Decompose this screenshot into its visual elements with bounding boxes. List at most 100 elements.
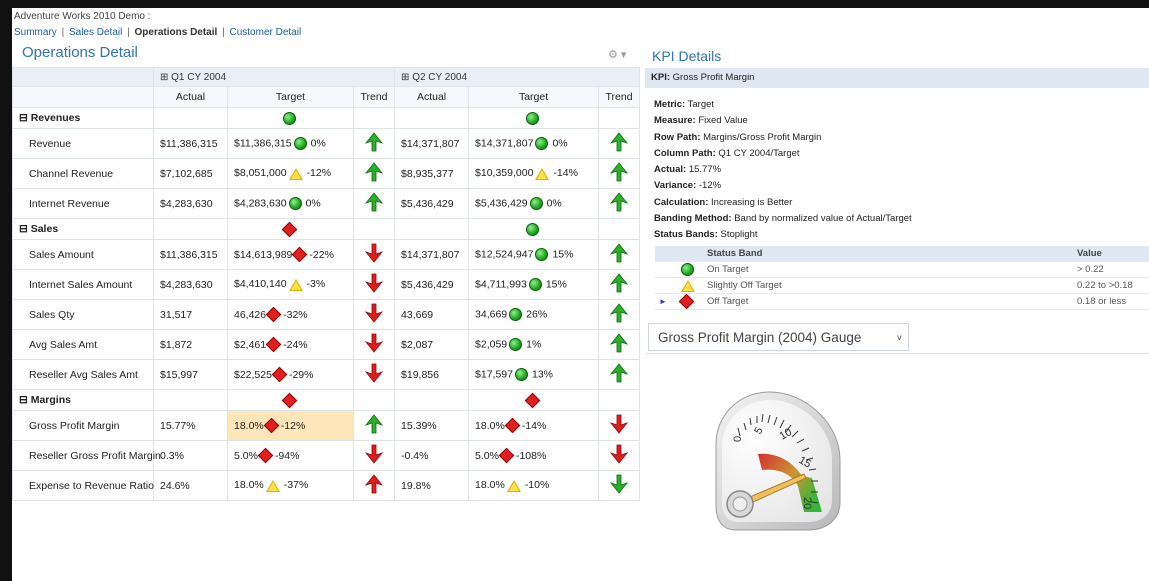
row-label[interactable]: Reseller Avg Sales Amt [12, 359, 154, 390]
q2-variance: -14% [553, 167, 578, 180]
q1-actual[interactable]: $1,872 [153, 329, 228, 360]
kpi-property-value: -12% [698, 180, 722, 192]
status-band-row[interactable]: On Target > 0.22 [655, 261, 1149, 278]
q1-target[interactable]: $11,386,315 0% [227, 128, 354, 159]
q2-target[interactable]: $12,524,947 15% [468, 239, 600, 270]
section-label[interactable]: ⊟ Margins [12, 389, 154, 411]
table-row[interactable]: Revenue $11,386,315 $11,386,315 0% $14,371,8… [12, 128, 641, 159]
q2-target[interactable]: $5,436,429 0% [468, 188, 600, 219]
kpi-property: Metric: Target [645, 97, 1149, 113]
period-header-q1[interactable]: ⊞ Q1 CY 2004 [152, 67, 396, 87]
row-label[interactable]: Sales Qty [12, 299, 154, 330]
q1-actual[interactable]: 15.77% [153, 410, 228, 441]
section-row[interactable]: ⊟ Margins [12, 389, 641, 411]
q1-target[interactable]: $22,525 -29% [227, 359, 354, 390]
q1-actual[interactable]: 0.3% [153, 440, 228, 471]
q1-actual[interactable]: $11,386,315 [153, 239, 228, 270]
q1-actual[interactable]: 31,517 [153, 299, 228, 330]
q2-target[interactable]: $10,359,000 -14% [468, 158, 600, 189]
q2-actual[interactable]: $14,371,807 [394, 239, 470, 270]
gear-icon[interactable]: ⚙ ▾ [608, 48, 626, 61]
row-label[interactable]: Avg Sales Amt [12, 329, 154, 360]
table-row[interactable]: Reseller Gross Profit Margin 0.3% 5.0% -94%… [12, 440, 641, 471]
row-label[interactable]: Internet Sales Amount [12, 269, 154, 300]
section-label[interactable]: ⊟ Revenues [12, 107, 154, 129]
q2-target[interactable]: $17,597 13% [468, 359, 600, 390]
q1-target[interactable]: $2,461 -24% [227, 329, 354, 360]
period-header-q2[interactable]: ⊞ Q2 CY 2004 [394, 67, 641, 87]
q1-actual[interactable]: 24.6% [153, 470, 228, 501]
chevron-down-icon[interactable]: ˅ [897, 324, 902, 352]
q2-target[interactable]: 34,669 26% [468, 299, 600, 330]
q1-actual[interactable]: $4,283,630 [153, 188, 228, 219]
table-row[interactable]: Sales Qty 31,517 46,426 -32% 43,669 34,669 26% [12, 299, 641, 330]
row-label[interactable]: Sales Amount [12, 239, 154, 270]
triangle-status-icon [265, 479, 280, 492]
q1-target[interactable]: 5.0% -94% [227, 440, 354, 471]
triangle-status-icon [535, 167, 550, 180]
chevron-down-icon[interactable]: ▾ [621, 49, 627, 61]
q2-target[interactable]: 18.0% -10% [468, 470, 600, 501]
q2-target-value: $4,711,993 [475, 278, 527, 291]
q2-actual[interactable]: 19.8% [394, 470, 470, 501]
q2-actual[interactable]: $8,935,377 [394, 158, 470, 189]
nav-link-summary[interactable]: Summary [14, 27, 57, 38]
kpi-property: Row Path: Margins/Gross Profit Margin [645, 130, 1149, 146]
status-band-row[interactable]: Slightly Off Target 0.22 to >0.18 [655, 277, 1149, 294]
table-row[interactable]: Sales Amount $11,386,315 $14,613,989 -22% $1… [12, 239, 641, 270]
q2-trend [598, 410, 641, 441]
q2-actual[interactable]: 15.39% [394, 410, 470, 441]
row-label[interactable]: Reseller Gross Profit Margin [12, 440, 161, 471]
q1-target[interactable]: 46,426 -32% [227, 299, 354, 330]
q2-actual[interactable]: 43,669 [394, 299, 470, 330]
table-row[interactable]: Avg Sales Amt $1,872 $2,461 -24% $2,087 $2,05… [12, 329, 641, 360]
q2-actual[interactable]: $5,436,429 [394, 269, 470, 300]
row-label[interactable]: Internet Revenue [12, 188, 154, 219]
table-row[interactable]: Channel Revenue $7,102,685 $8,051,000 -12% $… [12, 158, 641, 189]
q1-target[interactable]: $4,283,630 0% [227, 188, 354, 219]
q1-actual[interactable]: $7,102,685 [153, 158, 228, 189]
row-label[interactable]: Expense to Revenue Ratio [12, 470, 154, 501]
section-row[interactable]: ⊟ Sales [12, 218, 641, 240]
q2-actual[interactable]: $14,371,807 [394, 128, 470, 159]
q1-target[interactable]: $4,410,140 -3% [227, 269, 354, 300]
section-label[interactable]: ⊟ Sales [12, 218, 154, 240]
q2-actual[interactable]: $2,087 [394, 329, 470, 360]
section-status-q2 [468, 389, 600, 411]
nav-link-customer-detail[interactable]: Customer Detail [229, 27, 301, 38]
trend-up-green-icon [609, 303, 629, 323]
q1-target[interactable]: 18.0% -37% [227, 470, 354, 501]
q2-trend [598, 188, 641, 219]
q2-actual[interactable]: $5,436,429 [394, 188, 470, 219]
table-row[interactable]: Internet Revenue $4,283,630 $4,283,630 0% $5… [12, 188, 641, 219]
q2-target[interactable]: $4,711,993 15% [468, 269, 600, 300]
q2-target[interactable]: $2,059 1% [468, 329, 600, 360]
row-label[interactable]: Revenue [12, 128, 154, 159]
q1-target[interactable]: $14,613,989 -22% [227, 239, 354, 270]
table-row[interactable]: Internet Sales Amount $4,283,630 $4,410,14… [12, 269, 641, 300]
section-row[interactable]: ⊟ Revenues [12, 107, 641, 129]
q2-trend [598, 128, 641, 159]
q2-variance: 1% [526, 338, 542, 351]
q2-target[interactable]: 5.0% -108% [468, 440, 600, 471]
operations-detail-title: Operations Detail [22, 44, 138, 61]
q1-actual[interactable]: $15,997 [153, 359, 228, 390]
kpi-property-key: Metric: [654, 99, 686, 110]
nav-link-sales-detail[interactable]: Sales Detail [69, 27, 122, 38]
q1-target[interactable]: $8,051,000 -12% [227, 158, 354, 189]
q1-actual[interactable]: $11,386,315 [153, 128, 228, 159]
table-row[interactable]: Reseller Avg Sales Amt $15,997 $22,525 -29%… [12, 359, 641, 390]
q1-target[interactable]: 18.0% -12% [227, 410, 354, 441]
table-row[interactable]: Gross Profit Margin 15.77% 18.0% -12% 15.39%… [12, 410, 641, 441]
diamond-status-icon [271, 366, 288, 383]
q2-target[interactable]: $14,371,807 0% [468, 128, 600, 159]
q1-actual[interactable]: $4,283,630 [153, 269, 228, 300]
q2-actual[interactable]: $19,856 [394, 359, 470, 390]
row-label[interactable]: Gross Profit Margin [12, 410, 154, 441]
q2-actual[interactable]: -0.4% [394, 440, 470, 471]
gauge-selector[interactable]: Gross Profit Margin (2004) Gauge ˅ [648, 323, 909, 351]
row-label[interactable]: Channel Revenue [12, 158, 154, 189]
status-band-row[interactable]: ► Off Target 0.18 or less [655, 293, 1149, 310]
table-row[interactable]: Expense to Revenue Ratio 24.6% 18.0% -37% 19… [12, 470, 641, 501]
q2-target[interactable]: 18.0% -14% [468, 410, 600, 441]
